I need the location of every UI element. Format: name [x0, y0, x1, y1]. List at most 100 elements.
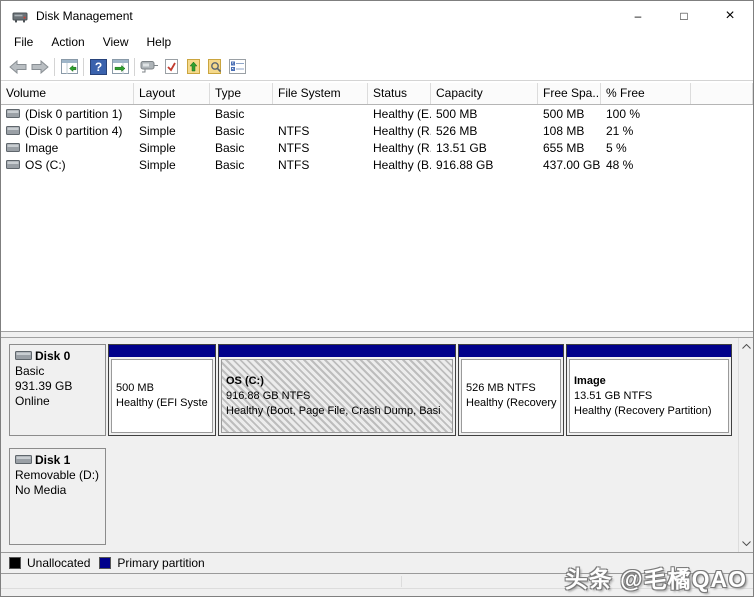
table-row[interactable]: Image Simple Basic NTFS Healthy (R... 13…	[1, 139, 753, 156]
table-row[interactable]: (Disk 0 partition 4) Simple Basic NTFS H…	[1, 122, 753, 139]
table-row[interactable]: (Disk 0 partition 1) Simple Basic Health…	[1, 105, 753, 122]
column-header-empty[interactable]	[691, 83, 753, 104]
volume-name: OS (C:)	[25, 157, 66, 172]
column-header-status[interactable]: Status	[368, 83, 431, 104]
window-controls: – □ ×	[615, 1, 753, 31]
type-cell: Basic	[215, 140, 245, 155]
disk-management-window: Disk Management – □ × File Action View H…	[0, 0, 754, 597]
legend-label: Primary partition	[117, 556, 205, 570]
legend-primary-partition: Primary partition	[99, 556, 205, 570]
partition-status: Healthy (EFI Syste	[116, 397, 208, 409]
volume-name-cell: Image	[1, 141, 134, 155]
show-console-tree-icon[interactable]	[58, 56, 80, 77]
scroll-up-icon[interactable]	[739, 339, 753, 354]
toolbar: ?	[1, 53, 753, 81]
export-list-icon[interactable]	[182, 56, 204, 77]
status-bar-separator	[401, 576, 402, 587]
layout-cell: Simple	[139, 140, 176, 155]
percent-free-cell: 5 %	[606, 140, 627, 155]
volume-icon	[6, 143, 20, 152]
free-space-cell: 437.00 GB	[543, 157, 601, 172]
close-button[interactable]: ×	[707, 1, 753, 31]
disk-1-label[interactable]: Disk 1 Removable (D:) No Media	[9, 448, 106, 545]
disk-status: No Media	[15, 483, 67, 497]
help-icon[interactable]: ?	[87, 56, 109, 77]
menu-file[interactable]: File	[5, 33, 42, 51]
title-bar: Disk Management – □ ×	[1, 1, 753, 31]
table-row[interactable]: OS (C:) Simple Basic NTFS Healthy (B... …	[1, 156, 753, 173]
disk-name: Disk 0	[35, 349, 71, 363]
primary-partition-bar	[459, 345, 563, 357]
disk-0-row: Disk 0 Basic 931.39 GB Online 500 MB Hea…	[9, 344, 732, 436]
menu-bar: File Action View Help	[1, 31, 753, 53]
find-icon[interactable]	[204, 56, 226, 77]
volume-name-cell: (Disk 0 partition 4)	[1, 124, 134, 138]
type-cell: Basic	[215, 123, 245, 138]
volume-icon	[6, 126, 20, 135]
volume-list: Volume Layout Type File System Status Ca…	[1, 81, 753, 332]
status-cell: Healthy (R...	[373, 123, 431, 138]
volume-name: Image	[25, 140, 59, 155]
disk-icon	[15, 453, 32, 468]
check-document-icon[interactable]	[160, 56, 182, 77]
disk-status: Online	[15, 394, 50, 408]
layout-cell: Simple	[139, 123, 176, 138]
svg-text:?: ?	[94, 60, 101, 74]
window-title: Disk Management	[36, 9, 133, 23]
partition-recovery[interactable]: 526 MB NTFS Healthy (Recovery	[458, 344, 564, 436]
layout-cell: Simple	[139, 106, 176, 121]
properties-list-icon[interactable]	[226, 56, 248, 77]
layout-cell: Simple	[139, 157, 176, 172]
column-header-free-space[interactable]: Free Spa...	[538, 83, 601, 104]
column-header-percent-free[interactable]: % Free	[601, 83, 691, 104]
legend-label: Unallocated	[27, 556, 91, 570]
menu-action[interactable]: Action	[42, 33, 93, 51]
volume-name-cell: OS (C:)	[1, 158, 134, 172]
disk-type: Basic	[15, 364, 45, 378]
maximize-button[interactable]: □	[661, 1, 707, 31]
file-system-cell: NTFS	[278, 123, 310, 138]
toolbar-separator	[54, 57, 55, 76]
disk-1-row: Disk 1 Removable (D:) No Media	[9, 448, 732, 545]
graphical-view: Disk 0 Basic 931.39 GB Online 500 MB Hea…	[1, 338, 753, 552]
partition-size: 500 MB	[116, 382, 154, 394]
file-system-cell: NTFS	[278, 157, 310, 172]
volume-icon	[6, 109, 20, 118]
watermark-text: 头条 @毛橘QAO	[564, 566, 747, 592]
capacity-cell: 526 MB	[436, 123, 478, 138]
toolbar-separator	[83, 57, 84, 76]
column-header-type[interactable]: Type	[210, 83, 273, 104]
scroll-down-icon[interactable]	[739, 536, 753, 551]
partition-efi[interactable]: 500 MB Healthy (EFI Syste	[108, 344, 216, 436]
menu-help[interactable]: Help	[138, 33, 181, 51]
column-header-file-system[interactable]: File System	[273, 83, 368, 104]
column-header-volume[interactable]: Volume	[1, 83, 134, 104]
disk-size: 931.39 GB	[15, 379, 73, 393]
partition-image[interactable]: Image 13.51 GB NTFS Healthy (Recovery Pa…	[566, 344, 732, 436]
volume-icon	[6, 160, 20, 169]
vertical-scrollbar[interactable]	[738, 338, 753, 552]
type-cell: Basic	[215, 106, 245, 121]
partition-status: Healthy (Recovery Partition)	[574, 404, 712, 417]
partition-size: 13.51 GB NTFS	[574, 389, 653, 402]
show-action-pane-icon[interactable]	[109, 56, 131, 77]
file-system-cell: NTFS	[278, 140, 310, 155]
volume-name-cell: (Disk 0 partition 1)	[1, 107, 134, 121]
column-header-capacity[interactable]: Capacity	[431, 83, 538, 104]
back-arrow-icon[interactable]	[7, 56, 29, 77]
disk-drive-icon	[12, 9, 28, 24]
minimize-button[interactable]: –	[615, 1, 661, 31]
disk-type: Removable (D:)	[15, 468, 100, 482]
primary-partition-bar	[109, 345, 215, 357]
disk-0-label[interactable]: Disk 0 Basic 931.39 GB Online	[9, 344, 106, 436]
free-space-cell: 655 MB	[543, 140, 585, 155]
forward-arrow-icon[interactable]	[29, 56, 51, 77]
status-cell: Healthy (B...	[373, 157, 431, 172]
menu-view[interactable]: View	[94, 33, 138, 51]
popup-window-icon[interactable]	[138, 56, 160, 77]
column-header-layout[interactable]: Layout	[134, 83, 210, 104]
disk-0-partitions: 500 MB Healthy (EFI Syste OS (C:) 916.88…	[108, 344, 732, 436]
capacity-cell: 13.51 GB	[436, 140, 487, 155]
partition-os-c[interactable]: OS (C:) 916.88 GB NTFS Healthy (Boot, Pa…	[218, 344, 456, 436]
primary-partition-swatch	[99, 557, 112, 569]
